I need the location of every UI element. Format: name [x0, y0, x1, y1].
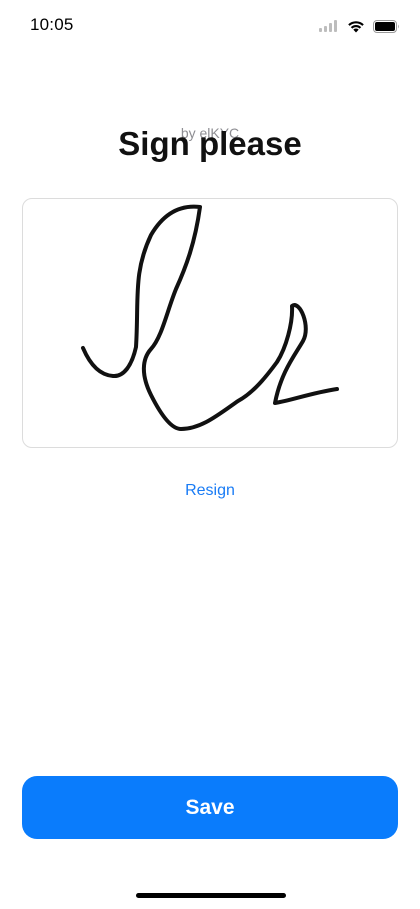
signature-pad[interactable]	[22, 198, 398, 448]
signature-screen: 10:05 by elKYC Sign please Resign Save	[0, 0, 420, 909]
wifi-icon	[348, 20, 364, 32]
signature-stroke	[81, 204, 339, 431]
status-bar: 10:05	[0, 0, 420, 50]
home-indicator	[136, 893, 286, 898]
resign-link[interactable]: Resign	[0, 482, 420, 500]
page-title: Sign please	[118, 125, 302, 162]
signal-icon	[319, 20, 337, 32]
save-button[interactable]: Save	[22, 776, 398, 839]
status-icons	[319, 16, 400, 36]
battery-icon	[373, 19, 399, 33]
status-time: 10:05	[30, 15, 74, 34]
